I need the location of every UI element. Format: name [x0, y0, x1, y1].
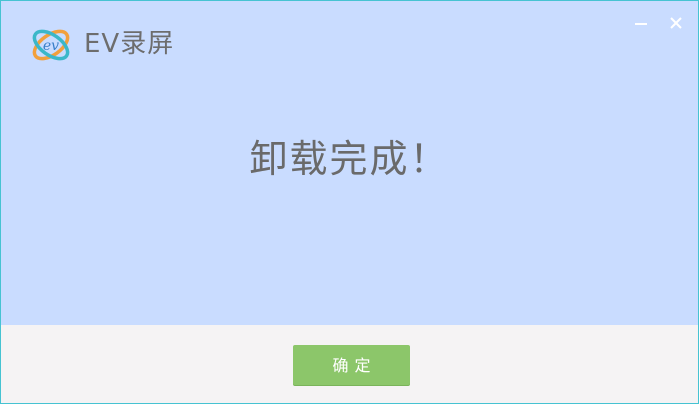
- app-title: EV录屏: [84, 29, 175, 59]
- title-bar[interactable]: ev EV录屏: [1, 1, 698, 71]
- uninstall-dialog: ev EV录屏 卸载完成！ 确定: [0, 0, 699, 404]
- svg-text:ev: ev: [43, 38, 59, 54]
- confirm-button[interactable]: 确定: [293, 345, 410, 385]
- uninstall-complete-message: 卸载完成！: [249, 137, 450, 181]
- ev-logo-icon: ev: [27, 25, 75, 65]
- close-icon: [670, 17, 682, 29]
- close-button[interactable]: [666, 13, 686, 33]
- dialog-footer: 确定: [1, 325, 698, 403]
- minimize-button[interactable]: [631, 13, 651, 33]
- minimize-icon: [635, 23, 647, 25]
